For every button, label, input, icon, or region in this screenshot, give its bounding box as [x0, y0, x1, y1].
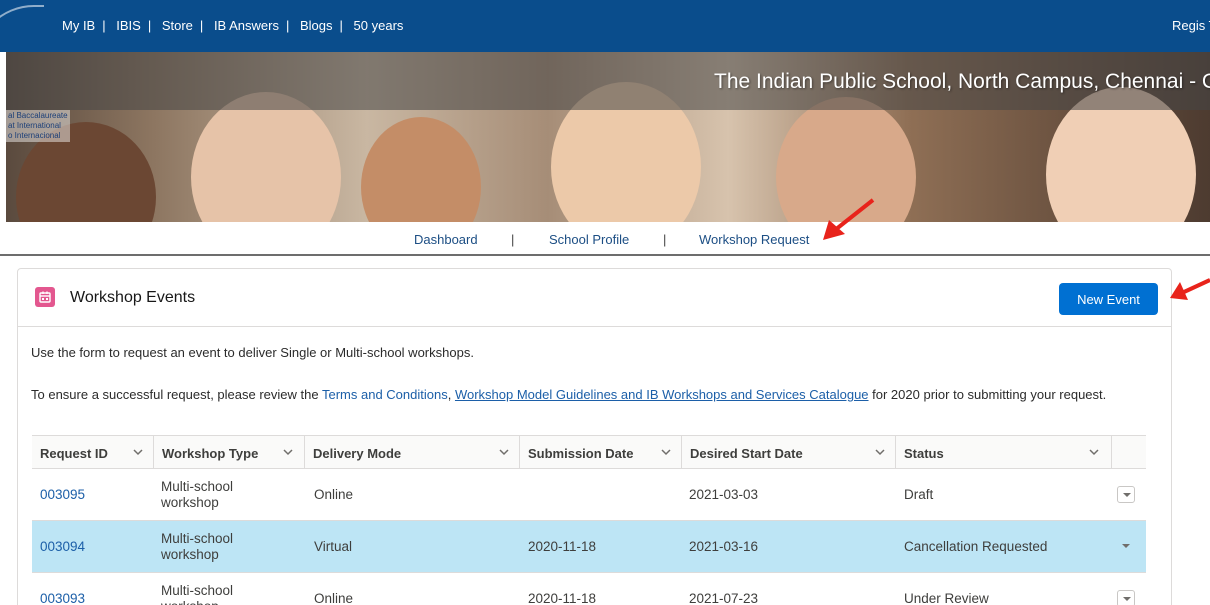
top-nav-blogs[interactable]: Blogs — [300, 18, 333, 33]
chevron-down-icon[interactable] — [132, 445, 144, 459]
submission-date-cell: 2020-11-18 — [528, 591, 597, 605]
table-header: Request ID Workshop Type Delivery Mode S… — [32, 435, 1146, 469]
request-id-link[interactable]: 003094 — [40, 539, 85, 554]
column-header-desired-start-date[interactable]: Desired Start Date — [682, 436, 896, 469]
card-title: Workshop Events — [70, 289, 196, 306]
delivery-mode-cell: Virtual — [314, 539, 353, 554]
column-header-delivery-mode[interactable]: Delivery Mode — [305, 436, 520, 469]
top-bar: My IB | IBIS | Store | IB Answers | Blogs | 5… — [0, 0, 1210, 52]
table-row[interactable]: 003094 Multi-school workshop Virtual 202… — [32, 521, 1146, 573]
table-row[interactable]: 003095 Multi-school workshop Online 2021… — [32, 469, 1146, 521]
workshop-type-cell: Multi-school workshop — [161, 583, 234, 605]
column-header-workshop-type[interactable]: Workshop Type — [154, 436, 305, 469]
submission-date-cell: 2020-11-18 — [528, 539, 597, 554]
card-header: Workshop Events New Event — [18, 269, 1171, 327]
column-header-status[interactable]: Status — [896, 436, 1112, 469]
top-nav: My IB | IBIS | Store | IB Answers | Blogs | 5… — [62, 18, 404, 33]
top-nav-50-years[interactable]: 50 years — [354, 18, 404, 33]
sub-nav: Dashboard | School Profile | Workshop Re… — [0, 224, 1210, 256]
new-event-button[interactable]: New Event — [1059, 283, 1158, 315]
intro-text: Use the form to request an event to deli… — [31, 345, 474, 360]
nav-school-profile[interactable]: School Profile — [549, 232, 629, 247]
banner-photo-face — [191, 92, 341, 222]
row-menu-button[interactable] — [1117, 590, 1135, 605]
delivery-mode-cell: Online — [314, 487, 354, 502]
annotation-arrow — [1170, 278, 1210, 300]
top-nav-store[interactable]: Store — [162, 18, 193, 33]
calendar-icon — [35, 287, 55, 307]
chevron-down-icon — [1123, 493, 1131, 497]
ib-logo[interactable]: al Baccalaureate at International o Inte… — [6, 110, 70, 142]
workshop-type-cell: Multi-school workshop — [161, 531, 234, 562]
column-header-actions — [1112, 436, 1146, 469]
chevron-down-icon[interactable] — [498, 445, 510, 459]
banner-photo-face — [361, 117, 481, 222]
column-header-submission-date[interactable]: Submission Date — [520, 436, 682, 469]
desired-start-date-cell: 2021-03-16 — [689, 539, 759, 554]
chevron-down-icon[interactable] — [874, 445, 886, 459]
row-menu-button[interactable] — [1117, 538, 1135, 555]
request-id-link[interactable]: 003095 — [40, 487, 85, 502]
table-row[interactable]: 003093 Multi-school workshop Online 2020… — [32, 573, 1146, 605]
chevron-down-icon[interactable] — [282, 445, 294, 459]
hero-banner: al Baccalaureate at International o Inte… — [6, 52, 1210, 222]
school-name: The Indian Public School, North Campus, … — [714, 70, 1210, 93]
column-header-request-id[interactable]: Request ID — [32, 436, 154, 469]
status-cell: Cancellation Requested — [904, 539, 1048, 554]
annotation-arrow — [823, 198, 875, 240]
workshop-events-card: Workshop Events New Event Use the form t… — [17, 268, 1172, 605]
delivery-mode-cell: Online — [314, 591, 354, 605]
workshop-type-cell: Multi-school workshop — [161, 479, 234, 510]
top-nav-ibis[interactable]: IBIS — [116, 18, 141, 33]
chevron-down-icon[interactable] — [1088, 445, 1100, 459]
top-nav-ib-answers[interactable]: IB Answers — [214, 18, 279, 33]
chevron-down-icon — [1123, 597, 1131, 601]
row-menu-button[interactable] — [1117, 486, 1135, 503]
chevron-down-icon — [1122, 544, 1130, 548]
desired-start-date-cell: 2021-03-03 — [689, 487, 759, 502]
status-cell: Draft — [904, 487, 934, 502]
request-id-link[interactable]: 003093 — [40, 591, 85, 605]
terms-and-conditions-link[interactable]: Terms and Conditions — [322, 387, 448, 402]
nav-dashboard[interactable]: Dashboard — [414, 232, 478, 247]
register-link[interactable]: Regis To — [1172, 18, 1210, 33]
top-nav-my-ib[interactable]: My IB — [62, 18, 95, 33]
nav-separator: | — [663, 232, 667, 247]
terms-text: To ensure a successful request, please r… — [31, 387, 1107, 402]
chevron-down-icon[interactable] — [660, 445, 672, 459]
workshop-guidelines-link[interactable]: Workshop Model Guidelines and IB Worksho… — [455, 387, 869, 402]
nav-workshop-request[interactable]: Workshop Request — [699, 232, 809, 247]
status-cell: Under Review — [904, 591, 989, 605]
nav-separator: | — [511, 232, 515, 247]
desired-start-date-cell: 2021-07-23 — [689, 591, 759, 605]
